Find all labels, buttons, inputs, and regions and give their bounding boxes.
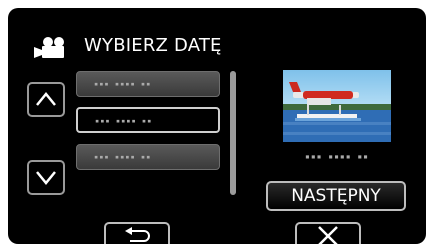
close-button[interactable] [295, 222, 361, 244]
chevron-down-icon [36, 171, 56, 185]
date-label: ▪▪▪ ▪▪▪▪ ▪▪ [94, 153, 152, 161]
scrollbar-thumb[interactable] [230, 71, 236, 195]
scrollbar[interactable] [230, 71, 236, 195]
date-label: ▪▪▪ ▪▪▪▪ ▪▪ [94, 80, 152, 88]
scroll-down-button[interactable] [27, 160, 65, 195]
next-button[interactable]: NASTĘPNY [266, 181, 406, 211]
date-list-item[interactable]: ▪▪▪ ▪▪▪▪ ▪▪ [76, 144, 220, 170]
scroll-up-button[interactable] [27, 82, 65, 117]
preview-thumbnail [283, 70, 391, 142]
back-button[interactable] [104, 222, 170, 244]
page-title: WYBIERZ DATĘ [84, 35, 222, 56]
preview-date-label: ▪▪▪ ▪▪▪▪ ▪▪ [305, 152, 369, 161]
screen: WYBIERZ DATĘ ▪▪▪ ▪▪▪▪ ▪▪ ▪▪▪ ▪▪▪▪ ▪▪ ▪▪▪… [8, 8, 426, 244]
date-list-item-selected[interactable]: ▪▪▪ ▪▪▪▪ ▪▪ [76, 107, 220, 133]
movie-camera-icon [34, 37, 64, 58]
date-list-item[interactable]: ▪▪▪ ▪▪▪▪ ▪▪ [76, 71, 220, 97]
close-icon [318, 226, 338, 244]
date-label: ▪▪▪ ▪▪▪▪ ▪▪ [95, 117, 153, 125]
chevron-up-icon [36, 92, 56, 106]
return-arrow-icon [125, 227, 150, 242]
